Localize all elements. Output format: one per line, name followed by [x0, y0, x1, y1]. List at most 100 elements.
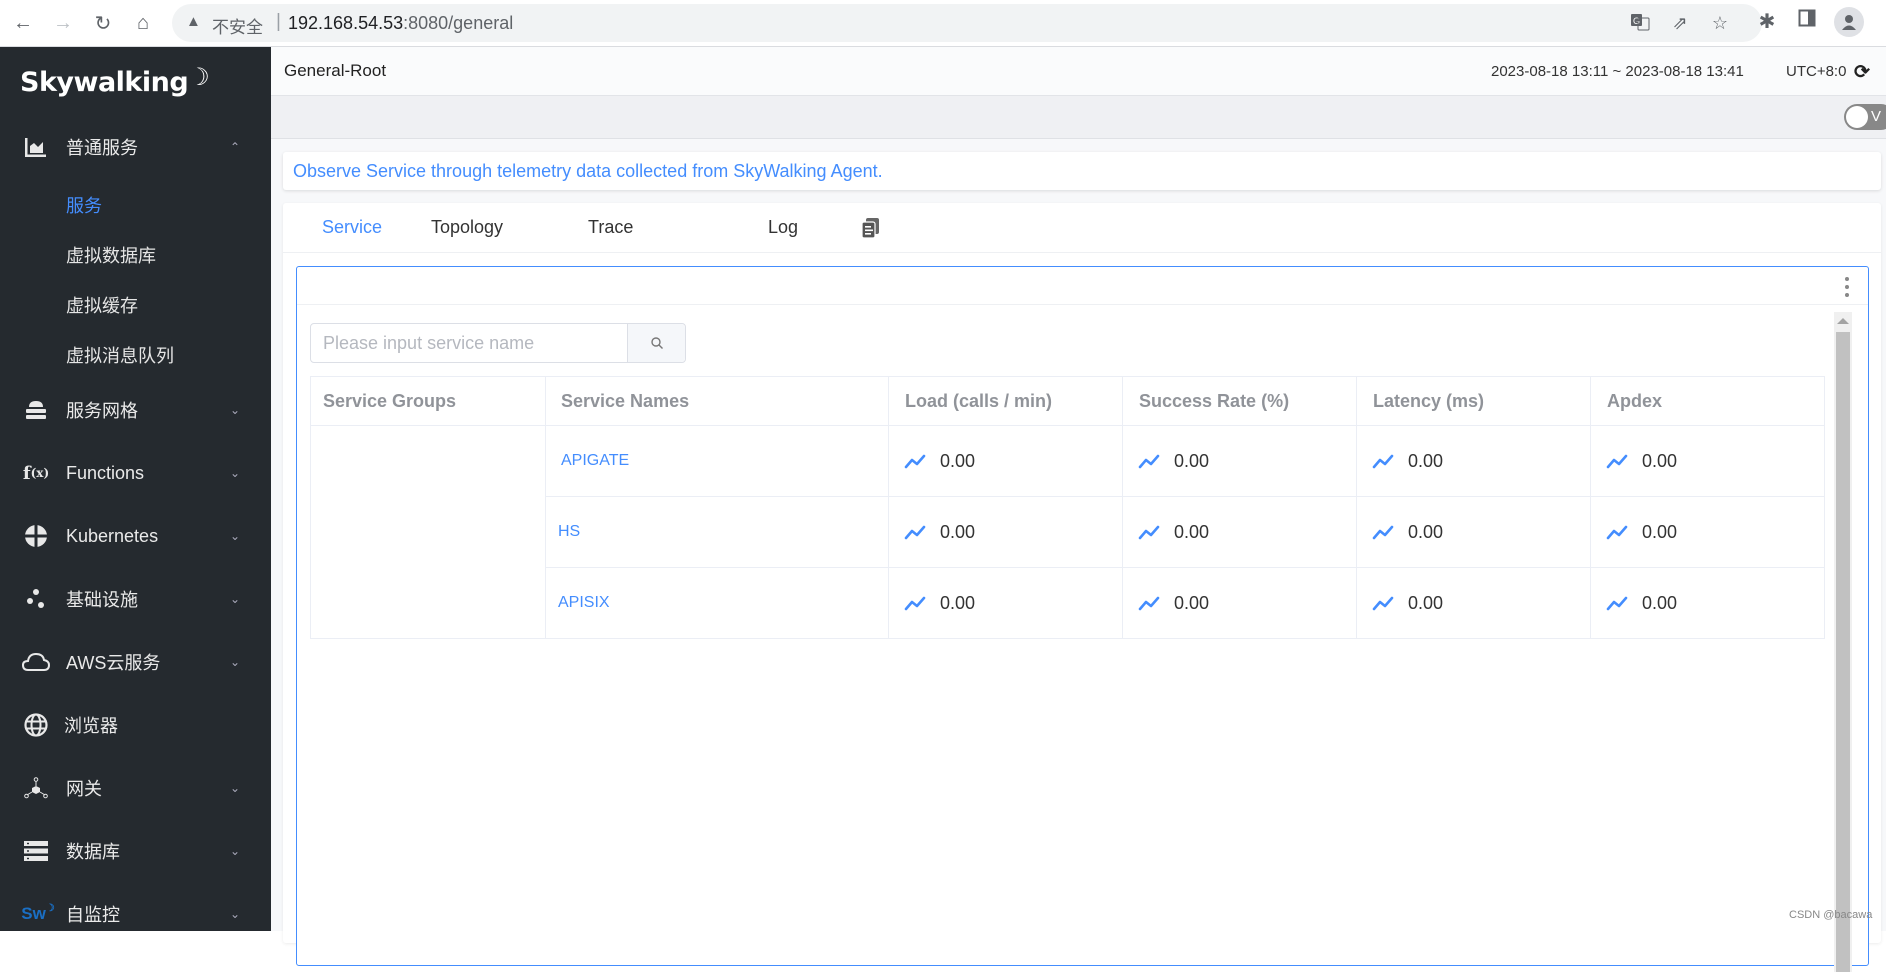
- chevron-down-icon: ⌄: [230, 844, 241, 858]
- sidebar-subitem-virtual-cache[interactable]: 虚拟缓存: [66, 292, 138, 318]
- service-name-link[interactable]: HS: [545, 496, 889, 568]
- column-header-service-groups: Service Groups: [310, 376, 546, 426]
- refresh-icon[interactable]: ⟳: [1854, 61, 1870, 84]
- sidebar-subitem-virtual-database[interactable]: 虚拟数据库: [66, 242, 156, 268]
- sidebar: Skywalking☽ 普通服务 ⌃ 服务 虚拟数据库 虚拟缓存 虚拟消息队列 …: [0, 47, 271, 931]
- table-header-row: Service Groups Service Names Load (calls…: [310, 376, 1825, 426]
- sidebar-item-gateway[interactable]: 网关 ⌄: [0, 763, 271, 813]
- service-name-link[interactable]: APISIX: [545, 567, 889, 639]
- trend-chart-icon[interactable]: [904, 595, 926, 611]
- function-icon: f (x): [22, 462, 50, 484]
- scrollbar-thumb[interactable]: [1836, 332, 1850, 972]
- page-header: General-Root 2023-08-18 13:11 ~ 2023-08-…: [271, 47, 1886, 96]
- tab-service[interactable]: Service: [322, 217, 382, 238]
- sidebar-item-self-observability[interactable]: Sw ☽ 自监控 ⌄: [0, 889, 271, 939]
- chevron-down-icon: ⌄: [230, 466, 241, 480]
- home-icon[interactable]: ⌂: [129, 9, 157, 37]
- metric-cell-success-rate: 0.00: [1122, 567, 1357, 639]
- column-header-apdex: Apdex: [1590, 376, 1825, 426]
- vertical-scrollbar[interactable]: [1834, 312, 1852, 972]
- forward-icon[interactable]: →: [49, 9, 77, 37]
- trend-chart-icon[interactable]: [904, 453, 926, 469]
- metric-cell-apdex: 0.00: [1590, 425, 1825, 497]
- skywalking-logo[interactable]: Skywalking☽: [20, 63, 210, 98]
- sidebar-item-browser[interactable]: 浏览器: [0, 700, 271, 750]
- cloud-icon: [22, 648, 50, 676]
- service-list-widget: Service Groups Service Names Load (calls…: [296, 266, 1869, 972]
- metric-value: 0.00: [1174, 592, 1210, 613]
- side-panel-icon[interactable]: [1794, 9, 1820, 33]
- sidebar-item-label: 数据库: [66, 842, 120, 862]
- sidebar-item-general-service[interactable]: 普通服务 ⌃: [0, 122, 271, 172]
- tab-trace[interactable]: Trace: [588, 217, 633, 238]
- metric-cell-apdex: 0.00: [1590, 567, 1825, 639]
- url-text[interactable]: 192.168.54.53:8080/general: [288, 13, 513, 34]
- trend-chart-icon[interactable]: [1372, 453, 1394, 469]
- metric-cell-latency: 0.00: [1356, 425, 1591, 497]
- sidebar-item-aws[interactable]: AWS云服务 ⌄: [0, 637, 271, 687]
- sidebar-item-functions[interactable]: f (x) Functions ⌄: [0, 448, 271, 498]
- search-icon: [650, 337, 663, 349]
- back-icon[interactable]: ←: [9, 9, 37, 37]
- trend-chart-icon[interactable]: [1606, 524, 1628, 540]
- trend-chart-icon[interactable]: [1138, 453, 1160, 469]
- metric-value: 0.00: [1642, 521, 1678, 542]
- metric-cell-success-rate: 0.00: [1122, 496, 1357, 568]
- copy-document-icon[interactable]: [860, 217, 882, 239]
- address-bar[interactable]: ▲ 不安全 | 192.168.54.53:8080/general G ⇗ ☆: [172, 4, 1762, 42]
- sidebar-item-label: Kubernetes: [66, 525, 159, 546]
- view-toggle[interactable]: V: [1844, 104, 1886, 130]
- tab-log[interactable]: Log: [768, 217, 798, 238]
- logo-moon-icon: ☽: [188, 63, 210, 91]
- divider: |: [276, 11, 281, 32]
- table-row: APIGATE 0.00 0.00 0.00 0.00: [310, 425, 1825, 639]
- metric-value: 0.00: [1174, 450, 1210, 471]
- time-range[interactable]: 2023-08-18 13:11 ~ 2023-08-18 13:41: [1491, 63, 1744, 80]
- metric-value: 0.00: [1408, 521, 1444, 542]
- trend-chart-icon[interactable]: [1138, 524, 1160, 540]
- metric-value: 0.00: [1174, 521, 1210, 542]
- tab-topology[interactable]: Topology: [431, 217, 503, 238]
- search-button[interactable]: [627, 324, 685, 362]
- share-icon[interactable]: ⇗: [1668, 13, 1692, 34]
- url-path: :8080/general: [403, 13, 514, 33]
- service-search-input[interactable]: [311, 324, 627, 362]
- globe-icon: [22, 711, 50, 739]
- sidebar-item-service-mesh[interactable]: 服务网格 ⌄: [0, 385, 271, 435]
- browser-toolbar: ← → ↻ ⌂ ▲ 不安全 | 192.168.54.53:8080/gener…: [0, 0, 1886, 47]
- sidebar-item-label: 网关: [66, 779, 102, 799]
- infrastructure-dots-icon: [22, 585, 50, 613]
- tab-bar: Service Topology Trace Log: [283, 203, 1881, 253]
- mesh-stack-icon: [22, 396, 50, 424]
- trend-chart-icon[interactable]: [1372, 524, 1394, 540]
- trend-chart-icon[interactable]: [1606, 453, 1628, 469]
- reload-icon[interactable]: ↻: [89, 9, 117, 37]
- translate-icon[interactable]: G: [1628, 13, 1652, 36]
- timezone-label: UTC+8:0: [1786, 63, 1847, 80]
- sidebar-subitem-service[interactable]: 服务: [66, 192, 102, 218]
- sidebar-item-kubernetes[interactable]: Kubernetes ⌄: [0, 511, 271, 561]
- service-search: [310, 323, 686, 363]
- scroll-up-arrow-icon[interactable]: [1837, 318, 1849, 324]
- service-name-link[interactable]: APIGATE: [545, 425, 889, 497]
- sidebar-subitem-virtual-mq[interactable]: 虚拟消息队列: [66, 342, 174, 368]
- kubernetes-icon: [22, 522, 50, 550]
- toggle-knob: [1846, 106, 1868, 128]
- trend-chart-icon[interactable]: [1138, 595, 1160, 611]
- description-text: Observe Service through telemetry data c…: [293, 161, 883, 181]
- chevron-down-icon: ⌄: [230, 529, 241, 543]
- warning-icon[interactable]: ▲: [186, 13, 201, 30]
- sidebar-item-database[interactable]: 数据库 ⌄: [0, 826, 271, 876]
- profile-icon[interactable]: [1834, 7, 1864, 37]
- page-title: General-Root: [284, 61, 387, 80]
- security-label[interactable]: 不安全: [212, 13, 263, 38]
- trend-chart-icon[interactable]: [1372, 595, 1394, 611]
- trend-chart-icon[interactable]: [1606, 595, 1628, 611]
- widget-header: [297, 267, 1868, 305]
- more-options-icon[interactable]: [1844, 277, 1850, 297]
- trend-chart-icon[interactable]: [904, 524, 926, 540]
- extensions-icon[interactable]: ✱: [1754, 9, 1780, 34]
- bookmark-star-icon[interactable]: ☆: [1708, 13, 1732, 34]
- toggle-label: V: [1871, 108, 1882, 125]
- sidebar-item-infrastructure[interactable]: 基础设施 ⌄: [0, 574, 271, 624]
